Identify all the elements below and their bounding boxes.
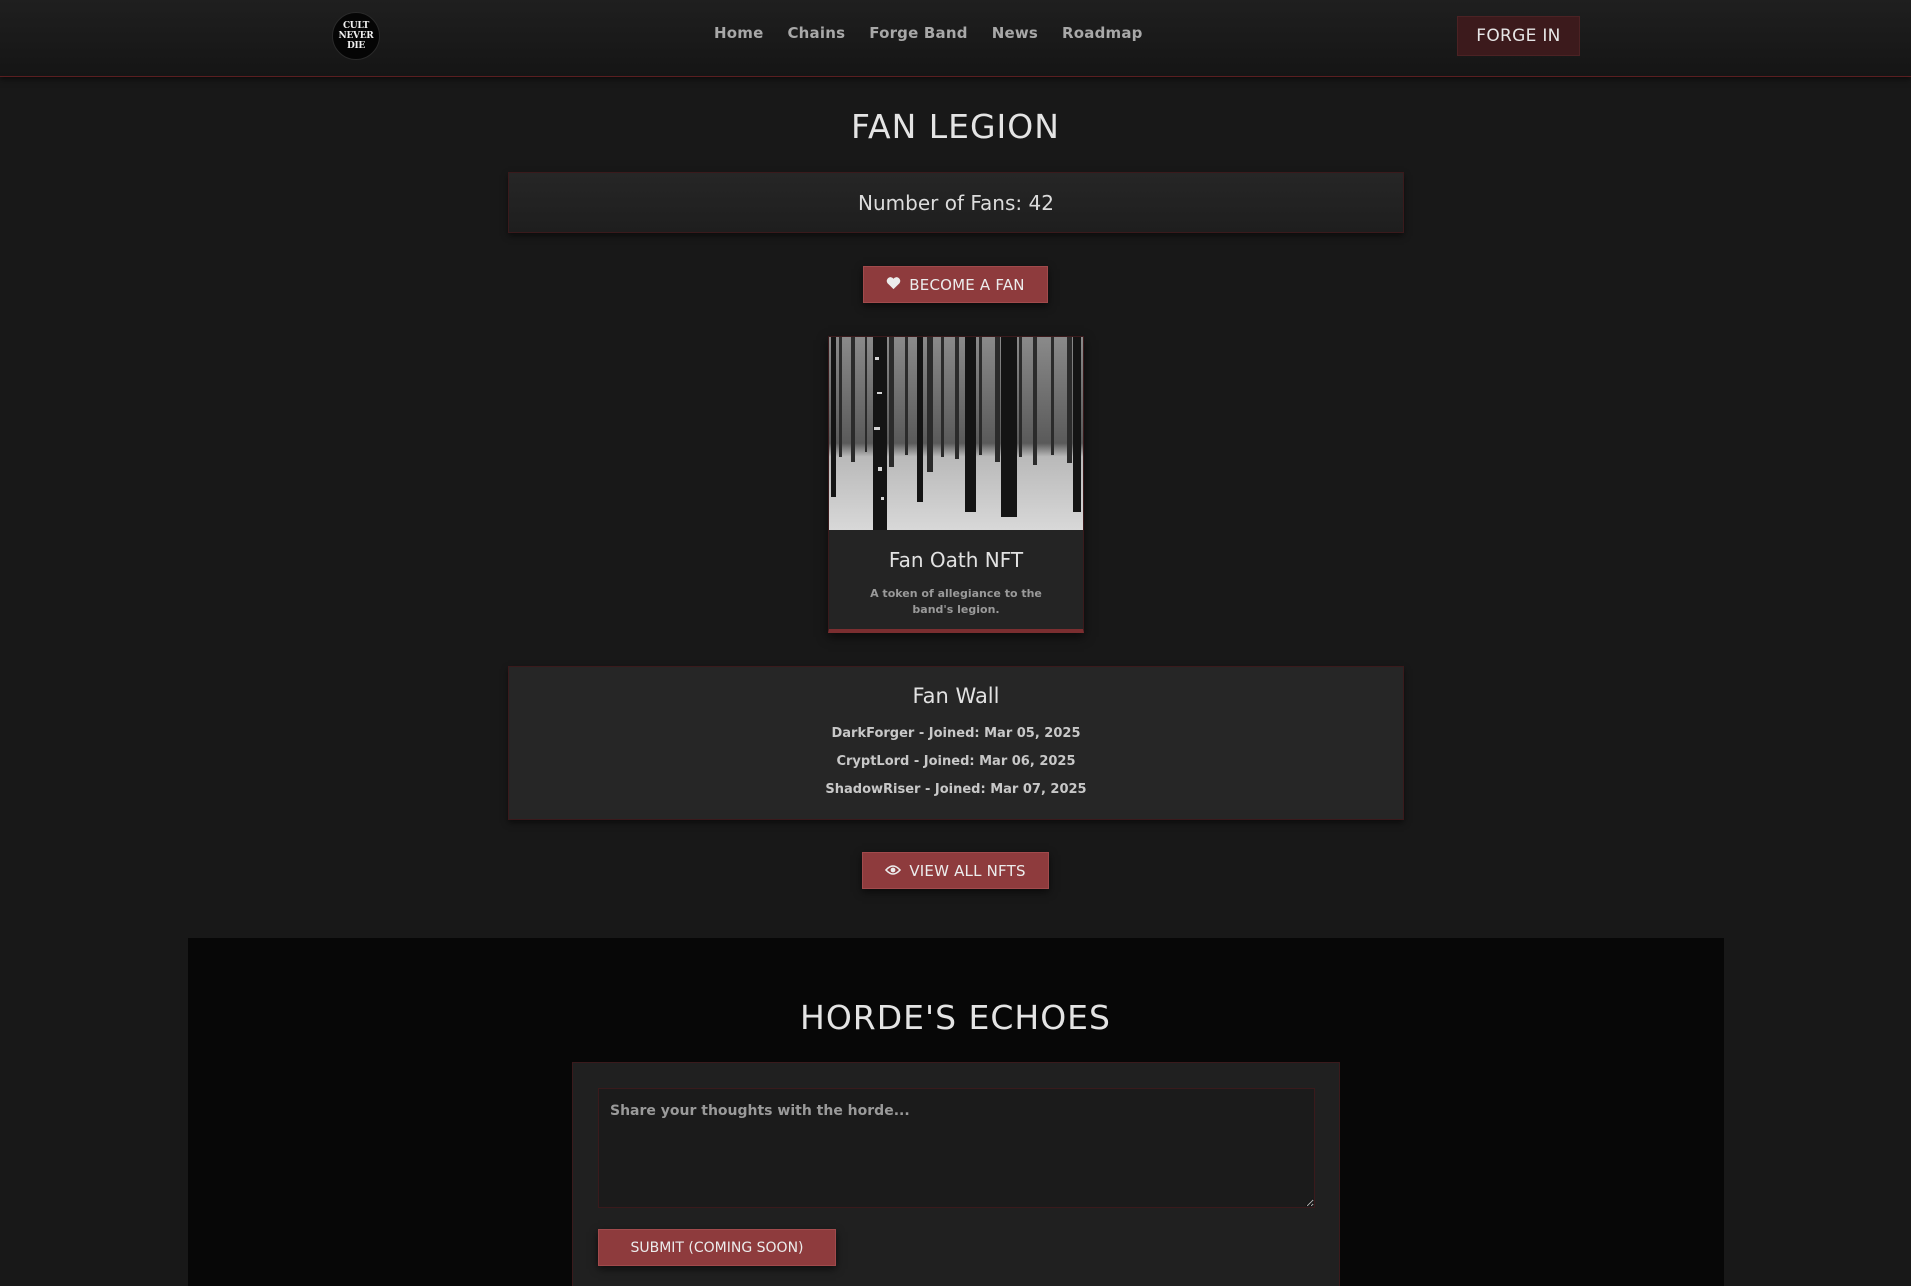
eye-icon — [885, 862, 902, 880]
nav-roadmap[interactable]: Roadmap — [1062, 24, 1143, 42]
nft-description: A token of allegiance to the band's legi… — [870, 587, 1042, 616]
fan-count-text: Number of Fans: 42 — [858, 190, 1054, 215]
logo-line: NEVER — [338, 31, 374, 41]
nav-forge-band[interactable]: Forge Band — [869, 24, 967, 42]
submit-button[interactable]: SUBMIT (COMING SOON) — [598, 1229, 836, 1266]
main-nav: Home Chains Forge Band News Roadmap — [714, 24, 1143, 42]
nft-image — [829, 337, 1083, 530]
nft-title: Fan Oath NFT — [888, 548, 1024, 572]
echo-form: SUBMIT (COMING SOON) — [572, 1062, 1340, 1286]
view-all-nfts-label: VIEW ALL NFTS — [909, 861, 1026, 880]
forge-in-button[interactable]: FORGE IN — [1457, 16, 1580, 56]
echo-message-input[interactable] — [598, 1088, 1315, 1208]
top-navigation-bar: CULT NEVER DIE Home Chains Forge Band Ne… — [0, 0, 1911, 77]
become-a-fan-button[interactable]: BECOME A FAN — [863, 266, 1048, 303]
fan-wall-entry: DarkForger - Joined: Mar 05, 2025 — [831, 726, 1081, 741]
hordes-echoes-title: HORDE'S ECHOES — [800, 998, 1111, 1037]
nav-chains[interactable]: Chains — [787, 24, 845, 42]
fan-oath-nft-card[interactable]: Fan Oath NFT A token of allegiance to th… — [828, 336, 1084, 633]
fan-legion-title: FAN LEGION — [851, 107, 1060, 146]
fan-count-box: Number of Fans: 42 — [508, 172, 1404, 233]
logo-line: CULT — [342, 21, 370, 31]
fan-wall-entry: ShadowRiser - Joined: Mar 07, 2025 — [825, 782, 1087, 797]
nav-home[interactable]: Home — [714, 24, 763, 42]
heart-icon — [886, 276, 901, 294]
become-a-fan-label: BECOME A FAN — [909, 275, 1025, 294]
fan-wall-entry: CryptLord - Joined: Mar 06, 2025 — [836, 754, 1076, 769]
view-all-nfts-button[interactable]: VIEW ALL NFTS — [862, 852, 1049, 889]
fan-wall-list: DarkForger - Joined: Mar 05, 2025 CryptL… — [509, 720, 1403, 804]
cult-never-die-logo[interactable]: CULT NEVER DIE — [332, 12, 380, 60]
fan-wall-title: Fan Wall — [912, 684, 1000, 708]
nav-news[interactable]: News — [992, 24, 1038, 42]
fan-wall: Fan Wall DarkForger - Joined: Mar 05, 20… — [508, 666, 1404, 820]
logo-line: DIE — [347, 41, 365, 51]
